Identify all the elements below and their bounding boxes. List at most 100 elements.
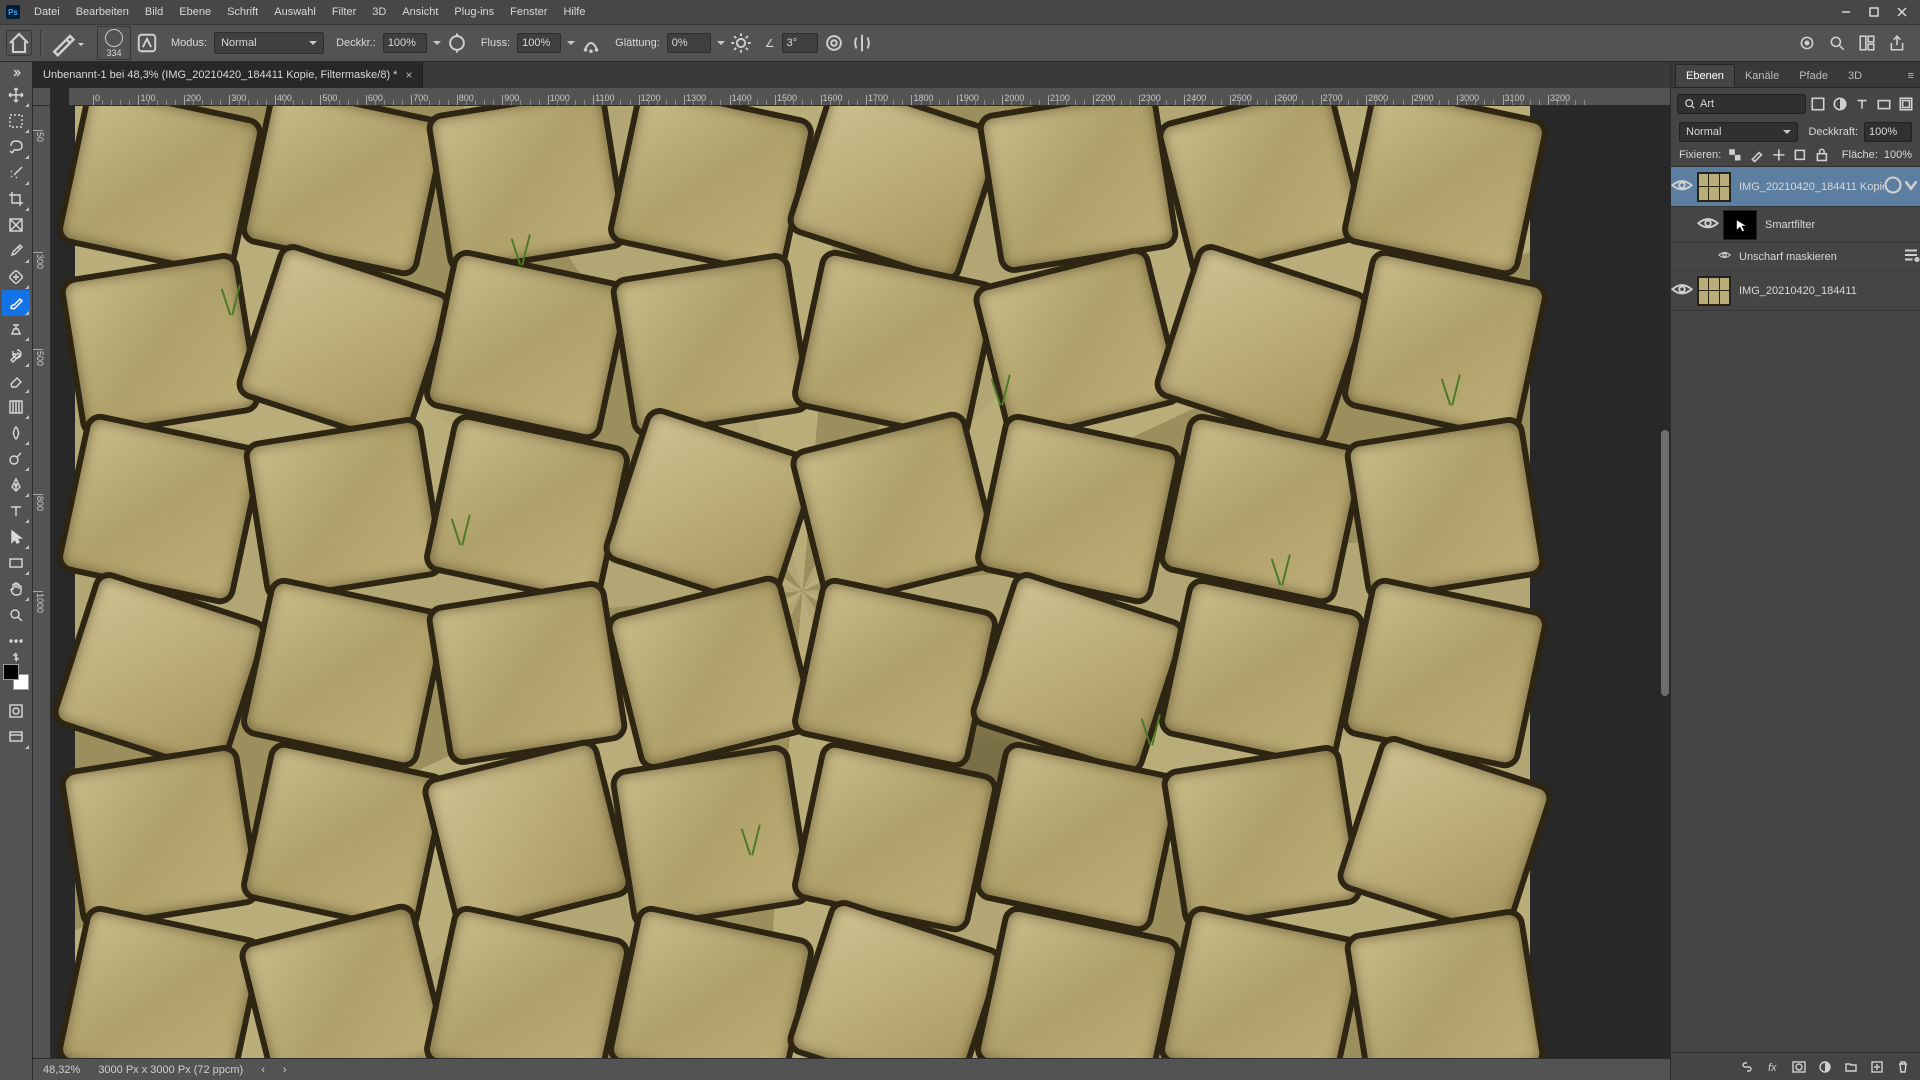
visibility-toggle[interactable] <box>1715 250 1733 263</box>
pressure-opacity-toggle[interactable] <box>445 31 469 55</box>
filter-type-icon[interactable] <box>1854 96 1870 112</box>
visibility-toggle[interactable] <box>1671 281 1693 301</box>
document-tab[interactable]: Unbenannt-1 bei 48,3% (IMG_20210420_1844… <box>33 62 423 88</box>
eyedropper-tool[interactable] <box>2 238 30 264</box>
layer-mask-icon[interactable] <box>1792 1060 1806 1074</box>
layer-row[interactable]: IMG_20210420_184411 <box>1671 271 1920 311</box>
tab-kanaele[interactable]: Kanäle <box>1735 65 1789 87</box>
magic-wand-tool[interactable] <box>2 160 30 186</box>
clone-stamp-tool[interactable] <box>2 316 30 342</box>
move-tool[interactable] <box>2 82 30 108</box>
filter-shape-icon[interactable] <box>1876 96 1892 112</box>
ruler-vertical[interactable]: 503005008001000 <box>33 106 51 1058</box>
doc-info[interactable]: 3000 Px x 3000 Px (72 ppcm) <box>98 1064 243 1076</box>
eraser-tool[interactable] <box>2 368 30 394</box>
blend-mode-select[interactable]: Normal <box>214 32 324 54</box>
share-icon[interactable] <box>1888 34 1906 52</box>
filter-pixel-icon[interactable] <box>1810 96 1826 112</box>
window-maximize-button[interactable] <box>1860 0 1888 24</box>
pressure-size-toggle[interactable] <box>822 31 846 55</box>
airbrush-toggle[interactable] <box>579 31 603 55</box>
rectangle-tool[interactable] <box>2 550 30 576</box>
smoothing-input[interactable]: 0% <box>667 33 711 53</box>
layer-style-icon[interactable]: fx <box>1766 1060 1780 1074</box>
blur-tool[interactable] <box>2 420 30 446</box>
lock-artboard-icon[interactable] <box>1792 147 1808 163</box>
menu-bearbeiten[interactable]: Bearbeiten <box>68 0 137 24</box>
brush-preset-picker[interactable]: 334 <box>97 26 131 60</box>
home-button[interactable] <box>6 30 32 56</box>
tab-3d[interactable]: 3D <box>1838 65 1872 87</box>
zoom-tool[interactable] <box>2 602 30 628</box>
layer-row[interactable]: IMG_20210420_184411 Kopie <box>1671 167 1920 207</box>
adjustment-layer-icon[interactable] <box>1818 1060 1832 1074</box>
hand-tool[interactable] <box>2 576 30 602</box>
fill-input[interactable]: 100% <box>1884 149 1912 161</box>
frame-tool[interactable] <box>2 212 30 238</box>
lasso-tool[interactable] <box>2 134 30 160</box>
layer-thumbnail[interactable] <box>1697 276 1731 306</box>
status-arrow-left[interactable]: ‹ <box>261 1064 265 1076</box>
zoom-display[interactable]: 48,32% <box>43 1064 80 1076</box>
status-arrow-right[interactable]: › <box>283 1064 287 1076</box>
lock-all-icon[interactable] <box>1814 147 1830 163</box>
ruler-origin[interactable] <box>33 88 51 106</box>
ruler-horizontal[interactable]: 0100200300400500600700800900100011001200… <box>69 88 1670 106</box>
type-tool[interactable] <box>2 498 30 524</box>
brush-settings-toggle[interactable] <box>135 31 159 55</box>
screen-mode-toggle[interactable] <box>2 724 30 750</box>
menu-ebene[interactable]: Ebene <box>171 0 219 24</box>
window-minimize-button[interactable] <box>1832 0 1860 24</box>
healing-brush-tool[interactable] <box>2 264 30 290</box>
new-layer-icon[interactable] <box>1870 1060 1884 1074</box>
window-close-button[interactable] <box>1888 0 1916 24</box>
path-select-tool[interactable] <box>2 524 30 550</box>
layer-name[interactable]: IMG_20210420_184411 <box>1735 285 1920 297</box>
visibility-toggle[interactable] <box>1697 215 1719 235</box>
delete-layer-icon[interactable] <box>1896 1060 1910 1074</box>
quick-mask-toggle[interactable] <box>2 698 30 724</box>
brush-tool[interactable] <box>2 290 30 316</box>
lock-position-icon[interactable] <box>1771 147 1787 163</box>
history-brush-tool[interactable] <box>2 342 30 368</box>
tab-pfade[interactable]: Pfade <box>1789 65 1838 87</box>
menu-hilfe[interactable]: Hilfe <box>555 0 593 24</box>
menu-plugins[interactable]: Plug-ins <box>446 0 502 24</box>
menu-fenster[interactable]: Fenster <box>502 0 555 24</box>
color-swatches[interactable] <box>3 664 29 690</box>
menu-auswahl[interactable]: Auswahl <box>266 0 324 24</box>
tool-preset-picker[interactable] <box>49 29 77 57</box>
tab-ebenen[interactable]: Ebenen <box>1675 64 1735 87</box>
toolbox-more[interactable] <box>2 628 30 654</box>
symmetry-toggle[interactable] <box>850 31 874 55</box>
workspace-icon[interactable] <box>1858 34 1876 52</box>
layer-filter-select[interactable]: Art <box>1677 94 1806 114</box>
search-icon[interactable] <box>1828 34 1846 52</box>
toolbox-expand[interactable] <box>11 68 21 78</box>
filter-adjust-icon[interactable] <box>1832 96 1848 112</box>
scrollbar-vertical[interactable] <box>1660 106 1670 1058</box>
filter-entry-row[interactable]: Unscharf maskieren <box>1671 243 1920 271</box>
select-subject-icon[interactable] <box>1798 34 1816 52</box>
pen-tool[interactable] <box>2 472 30 498</box>
canvas-viewport[interactable] <box>51 106 1670 1058</box>
opacity-input[interactable]: 100% <box>383 33 427 53</box>
flow-input[interactable]: 100% <box>517 33 561 53</box>
lock-pixels-icon[interactable] <box>1749 147 1765 163</box>
crop-tool[interactable] <box>2 186 30 212</box>
menu-3d[interactable]: 3D <box>364 0 394 24</box>
lock-transparency-icon[interactable] <box>1727 147 1743 163</box>
marquee-tool[interactable] <box>2 108 30 134</box>
filter-smart-icon[interactable] <box>1898 96 1914 112</box>
layer-blend-select[interactable]: Normal <box>1679 122 1798 142</box>
filter-mask-thumbnail[interactable] <box>1723 210 1757 240</box>
close-tab-icon[interactable]: × <box>405 68 412 82</box>
smoothing-options-button[interactable] <box>729 31 753 55</box>
group-icon[interactable] <box>1844 1060 1858 1074</box>
menu-schrift[interactable]: Schrift <box>219 0 266 24</box>
visibility-toggle[interactable] <box>1671 177 1693 197</box>
layer-name[interactable]: IMG_20210420_184411 Kopie <box>1735 181 1884 193</box>
filter-name[interactable]: Unscharf maskieren <box>1733 251 1902 263</box>
menu-filter[interactable]: Filter <box>324 0 364 24</box>
dodge-tool[interactable] <box>2 446 30 472</box>
